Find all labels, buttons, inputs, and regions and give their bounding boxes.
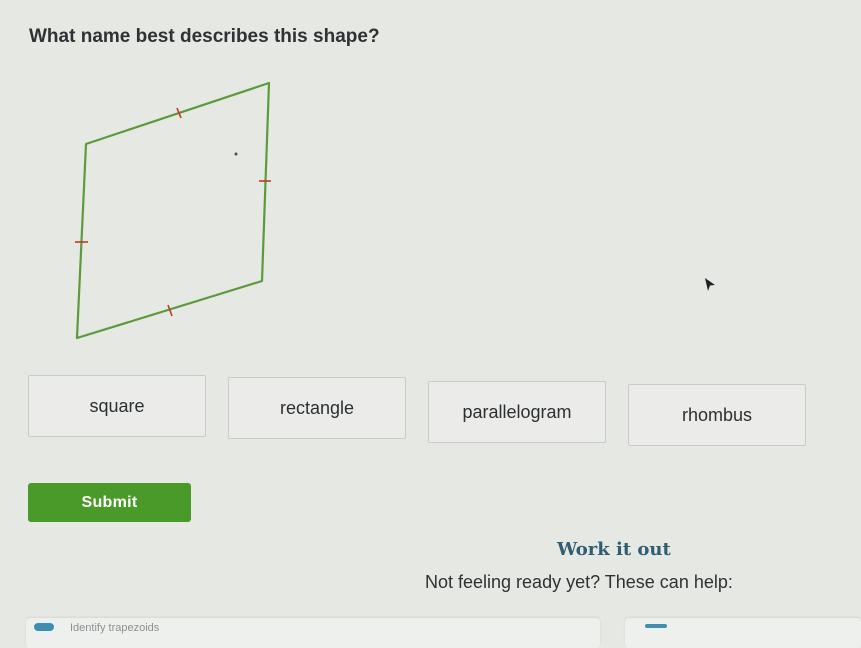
option-rhombus[interactable]: rhombus <box>628 384 806 446</box>
option-label: rhombus <box>681 404 753 425</box>
help-card-label: Identify trapezoids <box>70 622 160 634</box>
option-rectangle[interactable]: rectangle <box>228 377 406 439</box>
mouse-pointer-icon <box>705 278 715 291</box>
rhombus-figure <box>75 81 271 340</box>
work-it-out-heading: Work it out <box>557 539 671 560</box>
shape-outline <box>75 81 271 340</box>
option-label: rectangle <box>279 397 355 418</box>
skill-icon <box>34 623 54 631</box>
help-card-identify-trapezoids[interactable]: Identify trapezoids <box>26 618 600 648</box>
option-square[interactable]: square <box>28 375 206 437</box>
stray-dot <box>234 152 238 156</box>
option-label: parallelogram <box>462 401 572 422</box>
submit-button[interactable]: Submit <box>28 483 191 522</box>
option-parallelogram[interactable]: parallelogram <box>428 381 606 443</box>
help-subtext: Not feeling ready yet? These can help: <box>425 572 733 592</box>
help-card-2[interactable] <box>625 618 861 648</box>
skill-icon <box>645 624 667 628</box>
option-label: square <box>89 395 145 416</box>
question-text: What name best describes this shape? <box>29 26 380 47</box>
